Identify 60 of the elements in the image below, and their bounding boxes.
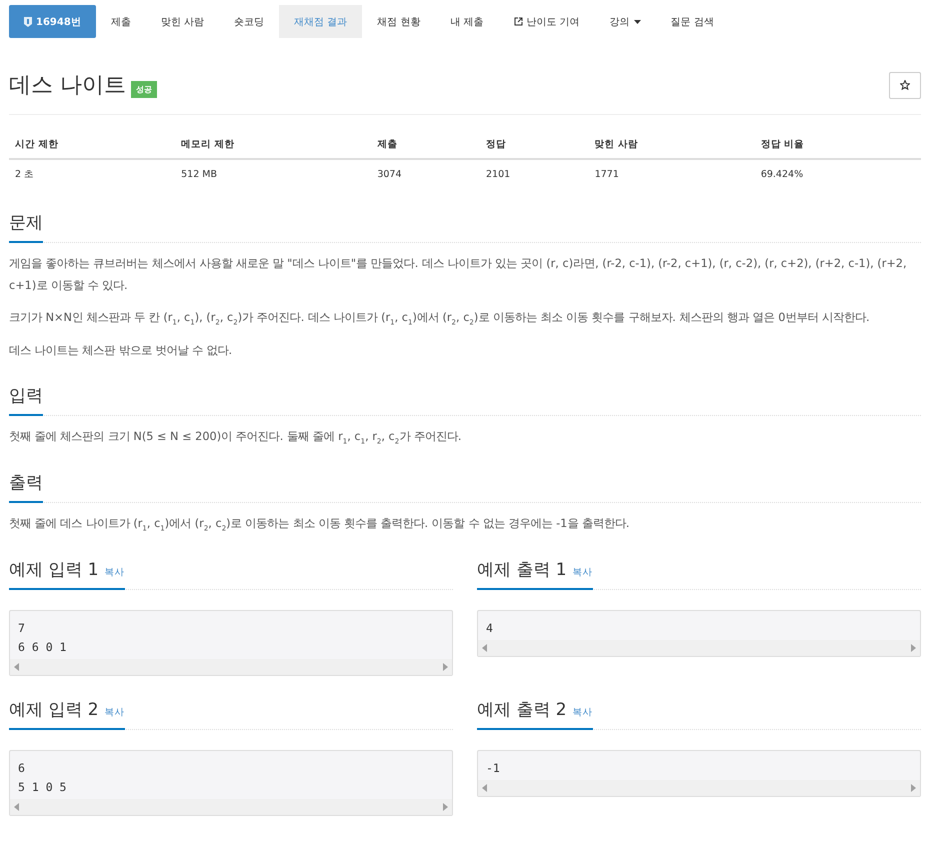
section-heading: 문제 [9, 205, 43, 243]
column-header: 정답 [480, 131, 589, 159]
copy-link[interactable]: 복사 [104, 566, 125, 579]
nav-tab[interactable]: 질문 검색 [656, 5, 729, 38]
copy-link[interactable]: 복사 [572, 706, 593, 719]
paragraph: 데스 나이트는 체스판 밖으로 벗어날 수 없다. [9, 342, 234, 359]
nav-tab[interactable]: 제출 [96, 5, 146, 38]
example-title: 예제 출력 2 [477, 698, 567, 721]
column-header: 제출 [371, 131, 480, 159]
scroll-left-icon[interactable] [482, 784, 488, 792]
star-icon [900, 80, 910, 90]
copy-link[interactable]: 복사 [572, 566, 593, 579]
paragraph: 게임을 좋아하는 큐브러버는 체스에서 사용할 새로운 말 "데스 나이트"를 만들었다. 데스 나이트가 있는 곳이 (r, c)라면, (r-2, c-1), (r-2, c+1), (r, c-2), (r, c+2), (r+2, c-1), (r+2, c+1)로 이동할 수 있다. [9, 256, 908, 294]
column-header: 맞힌 사람 [588, 131, 755, 159]
table-cell: 3074 [371, 159, 480, 189]
table-cell: 2101 [480, 159, 589, 189]
scroll-left-icon[interactable] [482, 644, 488, 652]
table-cell: 512 MB [175, 159, 372, 189]
sample-text: -1 [485, 760, 501, 777]
paragraph: 첫째 줄에 체스판의 크기 N(5 ≤ N ≤ 200)이 주어진다. 둘째 줄에 r$_{1}$, c$_{1}$, r$_{2}$, c$_{2}$가 주어진다. [9, 428, 462, 448]
nav-tab[interactable]: 16948번 [9, 5, 96, 38]
column-header: 시간 제한 [9, 131, 176, 159]
horizontal-scrollbar[interactable] [10, 658, 452, 675]
table-cell: 2 초 [9, 159, 176, 189]
favorite-button[interactable] [889, 72, 921, 98]
example-title: 예제 출력 1 [477, 558, 567, 581]
table-cell: 69.424% [754, 159, 921, 189]
status-badge: 성공 [131, 81, 157, 98]
nav-tab[interactable]: 난이도 기여 [498, 5, 595, 38]
nav-tab[interactable]: 채점 현황 [362, 5, 436, 38]
section-heading: 출력 [9, 464, 43, 503]
nav-tab[interactable]: 강의 [594, 5, 656, 38]
example-title: 예제 입력 2 [9, 698, 99, 721]
scroll-left-icon[interactable] [14, 662, 20, 671]
caret-icon [634, 20, 641, 24]
problem-title: 데스 나이트 [9, 72, 126, 100]
table-cell: 1771 [588, 159, 755, 189]
sample-text: 6 5 1 0 5 [17, 760, 68, 796]
copy-link[interactable]: 복사 [104, 706, 125, 719]
nav-tab[interactable]: 숏코딩 [218, 5, 279, 38]
paragraph: 첫째 줄에 데스 나이트가 (r$_{1}$, c$_{1}$)에서 (r$_{2}$, c$_{2}$)로 이동하는 최소 이동 횟수를 출력한다. 이동할 수 없는 경우에는 -1을 출력한다. [9, 516, 631, 534]
horizontal-scrollbar[interactable] [478, 780, 920, 796]
scroll-right-icon[interactable] [442, 662, 448, 671]
external-link-icon [514, 17, 523, 26]
horizontal-scrollbar[interactable] [10, 798, 452, 815]
sample-text: 7 6 6 0 1 [17, 620, 68, 656]
column-header: 메모리 제한 [175, 131, 372, 159]
shield-icon [24, 16, 32, 26]
section-heading: 입력 [9, 378, 43, 416]
scroll-left-icon[interactable] [14, 802, 20, 811]
nav-tab[interactable]: 내 제출 [435, 5, 499, 38]
example-title: 예제 입력 1 [9, 558, 99, 581]
nav-tab[interactable]: 맞힌 사람 [146, 5, 219, 38]
paragraph: 크기가 N×N인 체스판과 두 칸 (r$_{1}$, c$_{1}$), (r$_{2}$, c$_{2}$)가 주어진다. 데스 나이트가 (r$_{1}$, c$_{1}$)에서 (r$_{2}$, c$_{2}$)로 이동하는 최소 이동 횟수를 구해보자. 체스판의 행과 열은 0번부터 시작한다. [9, 310, 871, 328]
horizontal-scrollbar[interactable] [478, 640, 920, 656]
scroll-right-icon[interactable] [442, 802, 448, 811]
column-header: 정답 비율 [754, 131, 921, 159]
scroll-right-icon[interactable] [910, 784, 916, 792]
sample-text: 4 [485, 620, 494, 637]
scroll-right-icon[interactable] [910, 644, 916, 652]
